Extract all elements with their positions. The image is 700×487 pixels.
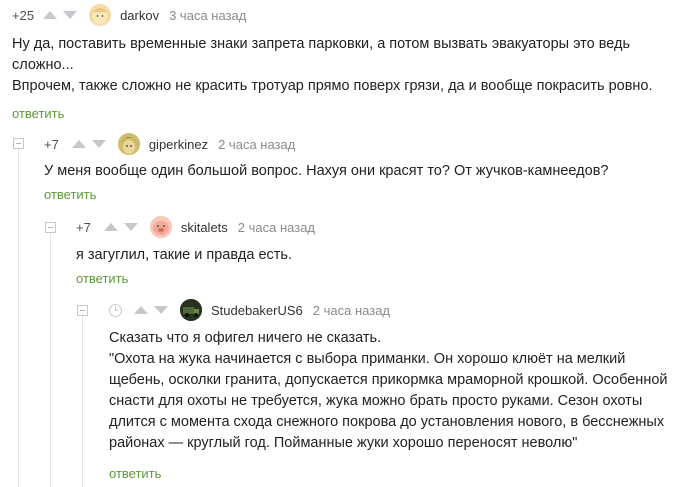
clock-icon xyxy=(109,303,122,317)
pig-avatar[interactable] xyxy=(149,216,172,238)
truck-icon xyxy=(180,299,202,321)
username-link[interactable]: giperkinez xyxy=(149,137,208,152)
reply-link[interactable]: ответить xyxy=(76,271,128,286)
comment-header: +25 darkov 3 часа назад xyxy=(12,4,246,26)
thread-line-2 xyxy=(50,233,51,487)
comment-text-line: снасти для охоты не требуется, жука можн… xyxy=(109,393,643,409)
downvote-arrow-icon[interactable] xyxy=(154,306,168,314)
collapse-thread-button[interactable] xyxy=(77,305,88,316)
comment-text: Ну да, поставить временные знаки запрета… xyxy=(12,34,692,97)
upvote-arrow-icon[interactable] xyxy=(71,140,86,148)
comment-text-line: Сказать что я офигел ничего не сказать. xyxy=(109,330,382,346)
comment-text-line: я загуглил, такие и правда есть. xyxy=(76,247,292,263)
upvote-arrow-icon[interactable] xyxy=(43,11,58,19)
reply-link[interactable]: ответить xyxy=(109,466,161,481)
comment-timestamp[interactable]: 2 часа назад xyxy=(218,137,295,152)
baby-face-avatar[interactable] xyxy=(89,4,112,26)
comment-header: StudebakerUS6 2 часа назад xyxy=(109,299,390,321)
baby-face-icon xyxy=(89,4,112,26)
username-link[interactable]: StudebakerUS6 xyxy=(211,303,303,318)
downvote-arrow-icon[interactable] xyxy=(63,11,78,19)
username-link[interactable]: darkov xyxy=(120,8,159,23)
reply-link[interactable]: ответить xyxy=(12,106,64,121)
comment-timestamp[interactable]: 2 часа назад xyxy=(313,303,390,318)
thread-line-3 xyxy=(82,316,83,487)
comment-text-line: Впрочем, также сложно не красить тротуар… xyxy=(12,78,653,94)
upvote-arrow-icon[interactable] xyxy=(134,306,148,314)
comment-text-line: щебень, осколки гранита, допускается при… xyxy=(109,372,668,388)
collapse-thread-button[interactable] xyxy=(45,222,56,233)
comment-timestamp[interactable]: 3 часа назад xyxy=(169,8,246,23)
pig-icon xyxy=(149,216,172,238)
comment-text-line: районах — круглый год. Пойманные жуки хо… xyxy=(109,435,578,451)
comment-timestamp[interactable]: 2 часа назад xyxy=(238,220,315,235)
collapse-thread-button[interactable] xyxy=(13,138,24,149)
comment-text: У меня вообще один большой вопрос. Нахуя… xyxy=(44,161,694,182)
reply-link[interactable]: ответить xyxy=(44,187,96,202)
comment-text: Сказать что я офигел ничего не сказать. … xyxy=(109,328,694,454)
comment-text-line: У меня вообще один большой вопрос. Нахуя… xyxy=(44,163,609,179)
upvote-arrow-icon[interactable] xyxy=(103,223,118,231)
comment-text: я загуглил, такие и правда есть. xyxy=(76,245,691,266)
username-link[interactable]: skitalets xyxy=(181,220,228,235)
character-icon xyxy=(117,133,140,155)
comment-text-line: сложно... xyxy=(12,57,74,73)
comment-rating: +7 xyxy=(76,219,91,235)
comment-text-line: Ну да, поставить временные знаки запрета… xyxy=(12,36,631,52)
comment-text-line: длится с момента схода снежного покрова … xyxy=(109,414,665,430)
comment-header: +7 skitalets 2 часа назад xyxy=(76,216,315,238)
comment-rating: +25 xyxy=(12,7,35,23)
downvote-arrow-icon[interactable] xyxy=(91,140,106,148)
comment-text-line: "Охота на жука начинается с выбора прима… xyxy=(109,351,626,367)
character-avatar[interactable] xyxy=(117,133,140,155)
downvote-arrow-icon[interactable] xyxy=(123,223,138,231)
truck-avatar[interactable] xyxy=(180,299,202,321)
comment-header: +7 giperkinez 2 часа назад xyxy=(44,133,295,155)
comment-rating: +7 xyxy=(44,136,59,152)
thread-line-1 xyxy=(18,148,19,487)
